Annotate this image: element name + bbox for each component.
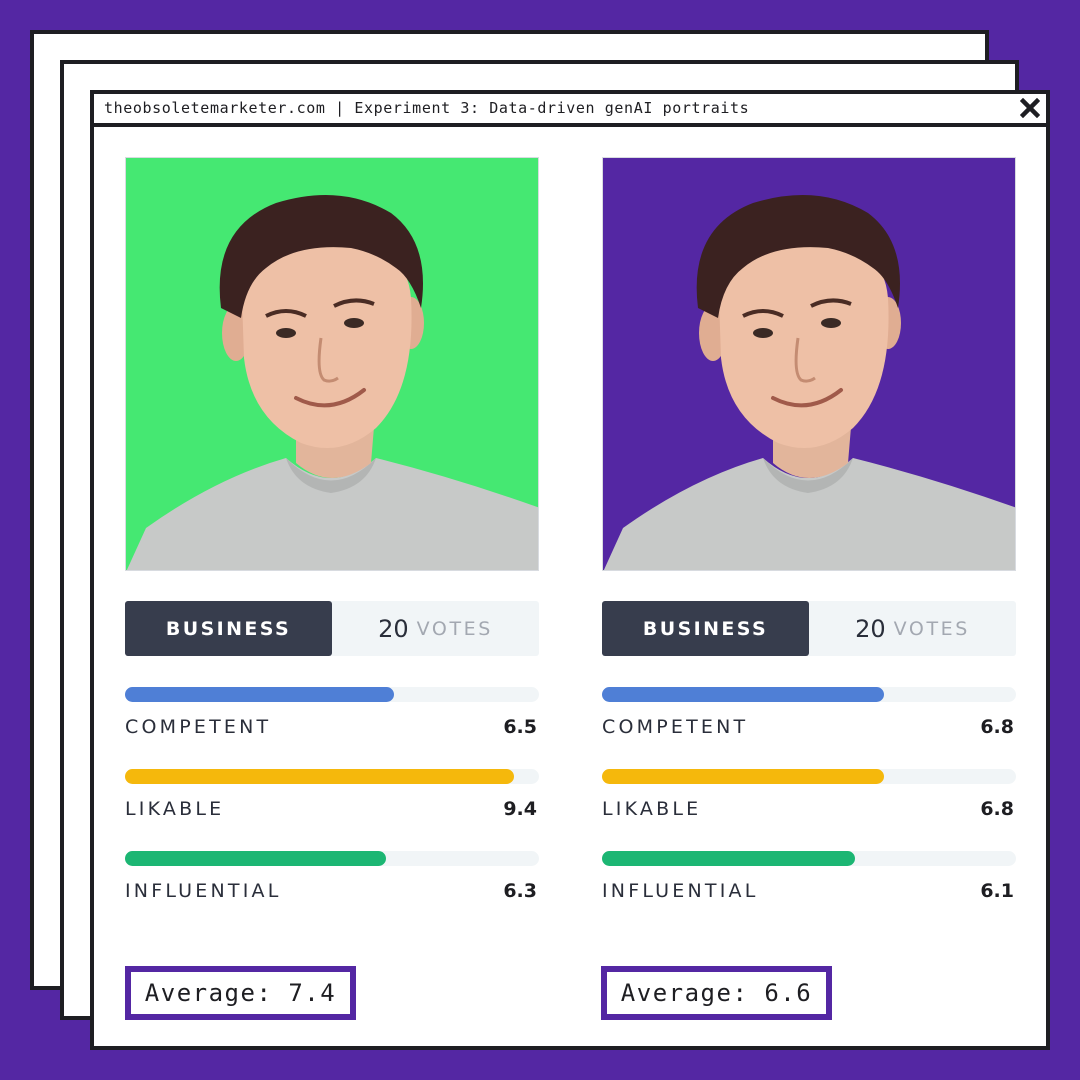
metric-value: 6.3: [503, 880, 537, 902]
metric-likable: LIKABLE 6.8: [602, 769, 1016, 851]
portrait-image-left: [125, 157, 539, 571]
metric-label: COMPETENT: [125, 716, 272, 738]
likable-bar-fill: [125, 769, 515, 784]
metric-label: LIKABLE: [125, 798, 225, 820]
competent-bar-track: [602, 687, 1016, 702]
category-tag[interactable]: BUSINESS: [602, 601, 809, 656]
metric-value: 6.1: [980, 880, 1014, 902]
title-bar: theobsoletemarketer.com | Experiment 3: …: [94, 94, 1046, 127]
influential-bar-fill: [125, 851, 386, 866]
metric-value: 9.4: [503, 798, 537, 820]
vote-summary: BUSINESS 20 VOTES: [602, 601, 1016, 656]
influential-bar-track: [602, 851, 1016, 866]
window-title: theobsoletemarketer.com | Experiment 3: …: [104, 99, 750, 117]
metric-competent: COMPETENT 6.5: [125, 687, 539, 769]
competent-bar-fill: [602, 687, 884, 702]
metric-value: 6.5: [503, 716, 537, 738]
main-window: theobsoletemarketer.com | Experiment 3: …: [90, 90, 1050, 1050]
votes-count: 20: [855, 614, 886, 643]
votes-count: 20: [378, 614, 409, 643]
votes-counter: 20 VOTES: [809, 601, 1016, 656]
metric-value: 6.8: [980, 716, 1014, 738]
metric-likable: LIKABLE 9.4: [125, 769, 539, 851]
portrait-card-left: BUSINESS 20 VOTES COMPETENT 6.5 LIKABLE …: [125, 157, 539, 933]
metric-label: INFLUENTIAL: [602, 880, 759, 902]
votes-label: VOTES: [416, 617, 493, 640]
metric-influential: INFLUENTIAL 6.1: [602, 851, 1016, 933]
metric-competent: COMPETENT 6.8: [602, 687, 1016, 769]
metric-label: LIKABLE: [602, 798, 702, 820]
likable-bar-track: [602, 769, 1016, 784]
competent-bar-fill: [125, 687, 395, 702]
votes-counter: 20 VOTES: [332, 601, 539, 656]
vote-summary: BUSINESS 20 VOTES: [125, 601, 539, 656]
portrait-image-right: [602, 157, 1016, 571]
average-score-left: Average: 7.4: [125, 966, 356, 1020]
influential-bar-track: [125, 851, 539, 866]
category-tag[interactable]: BUSINESS: [125, 601, 332, 656]
influential-bar-fill: [602, 851, 855, 866]
likable-bar-track: [125, 769, 539, 784]
metric-label: COMPETENT: [602, 716, 749, 738]
likable-bar-fill: [602, 769, 884, 784]
competent-bar-track: [125, 687, 539, 702]
portrait-card-right: BUSINESS 20 VOTES COMPETENT 6.8 LIKABLE …: [602, 157, 1016, 933]
average-score-right: Average: 6.6: [601, 966, 832, 1020]
votes-label: VOTES: [893, 617, 970, 640]
metric-influential: INFLUENTIAL 6.3: [125, 851, 539, 933]
metric-value: 6.8: [980, 798, 1014, 820]
metric-label: INFLUENTIAL: [125, 880, 282, 902]
close-icon[interactable]: [1018, 96, 1042, 120]
